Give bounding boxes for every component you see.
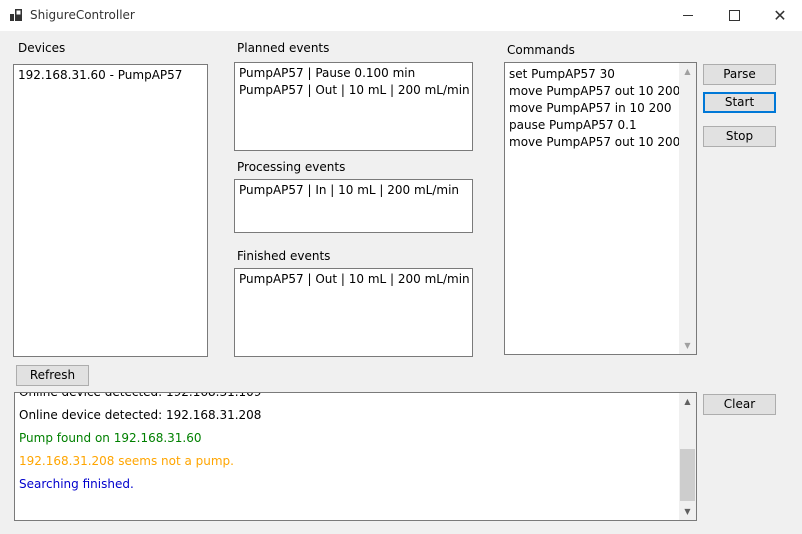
close-button[interactable]: ✕: [757, 0, 802, 31]
scroll-down-icon[interactable]: ▼: [679, 503, 696, 520]
processing-events-label: Processing events: [237, 160, 346, 174]
log-line: 192.168.31.208 seems not a pump.: [19, 454, 234, 468]
commands-textbox[interactable]: set PumpAP57 30 move PumpAP57 out 10 200…: [504, 62, 697, 355]
commands-scrollbar[interactable]: ▲ ▼: [679, 63, 696, 354]
planned-event-item[interactable]: PumpAP57 | Pause 0.100 min: [235, 65, 472, 82]
processing-events-list[interactable]: PumpAP57 | In | 10 mL | 200 mL/min: [234, 179, 473, 233]
app-icon: [10, 9, 22, 21]
log-line: Pump found on 192.168.31.60: [19, 431, 202, 445]
log-textbox[interactable]: Online device detected: 192.168.31.109 O…: [14, 392, 697, 521]
window-title: ShigureController: [30, 8, 135, 22]
parse-button[interactable]: Parse: [703, 64, 776, 85]
log-line: Searching finished.: [19, 477, 134, 491]
commands-label: Commands: [507, 43, 575, 57]
devices-label: Devices: [18, 41, 66, 55]
finished-event-item[interactable]: PumpAP57 | Out | 10 mL | 200 mL/min: [235, 271, 472, 288]
refresh-button[interactable]: Refresh: [16, 365, 89, 386]
title-bar: ShigureController ✕: [0, 0, 802, 31]
finished-events-label: Finished events: [237, 249, 331, 263]
stop-button[interactable]: Stop: [703, 126, 776, 147]
close-icon: ✕: [773, 5, 787, 25]
command-line: set PumpAP57 30: [509, 67, 615, 81]
command-line: move PumpAP57 out 10 200: [509, 84, 681, 98]
planned-event-item[interactable]: PumpAP57 | Out | 10 mL | 200 mL/min: [235, 82, 472, 99]
clear-button[interactable]: Clear: [703, 394, 776, 415]
planned-events-label: Planned events: [237, 41, 330, 55]
finished-events-list[interactable]: PumpAP57 | Out | 10 mL | 200 mL/min: [234, 268, 473, 357]
log-line-partial: Online device detected: 192.168.31.109: [19, 392, 262, 399]
log-scroll-thumb[interactable]: [680, 449, 695, 501]
command-line: move PumpAP57 out 10 200: [509, 135, 681, 149]
scroll-up-icon[interactable]: ▲: [679, 63, 696, 80]
start-button[interactable]: Start: [703, 92, 776, 113]
scroll-down-icon[interactable]: ▼: [679, 337, 696, 354]
maximize-button[interactable]: [711, 0, 757, 31]
log-line: Online device detected: 192.168.31.208: [19, 408, 262, 422]
command-line: move PumpAP57 in 10 200: [509, 101, 672, 115]
planned-events-list[interactable]: PumpAP57 | Pause 0.100 min PumpAP57 | Ou…: [234, 62, 473, 151]
minimize-icon: [683, 15, 693, 16]
scroll-up-icon[interactable]: ▲: [679, 393, 696, 410]
minimize-button[interactable]: [665, 0, 711, 31]
device-item[interactable]: 192.168.31.60 - PumpAP57: [14, 67, 207, 84]
devices-list[interactable]: 192.168.31.60 - PumpAP57: [13, 64, 208, 357]
log-scrollbar[interactable]: ▲ ▼: [679, 393, 696, 520]
processing-event-item[interactable]: PumpAP57 | In | 10 mL | 200 mL/min: [235, 182, 472, 199]
maximize-icon: [728, 10, 740, 21]
command-line: pause PumpAP57 0.1: [509, 118, 637, 132]
